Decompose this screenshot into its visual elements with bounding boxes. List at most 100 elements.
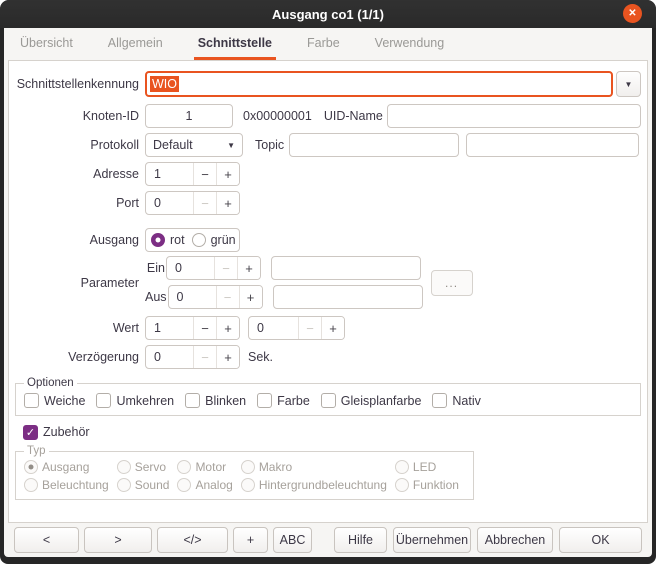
uid-name-input[interactable] bbox=[387, 104, 641, 128]
plus-icon: + bbox=[224, 167, 232, 182]
uid-name-label: UID-Name bbox=[324, 109, 383, 123]
delay-increment-button[interactable]: + bbox=[216, 346, 239, 368]
parameter-on-spinner[interactable]: 0 − + bbox=[166, 256, 261, 280]
farbe-label: Farbe bbox=[277, 394, 310, 408]
close-button[interactable]: ✕ bbox=[623, 4, 642, 23]
address-increment-button[interactable]: + bbox=[216, 163, 239, 185]
code-button[interactable]: </> bbox=[157, 527, 228, 553]
prev-button[interactable]: < bbox=[14, 527, 79, 553]
typ-analog-label: Analog bbox=[195, 478, 232, 492]
footer: < > </> + ABC Hilfe Übernehmen Abbrechen… bbox=[14, 527, 642, 553]
farbe-checkbox[interactable] bbox=[257, 393, 272, 408]
parameter-off-label: Aus bbox=[145, 290, 167, 304]
typ-led-radio bbox=[395, 460, 409, 474]
parameter-off-spinner[interactable]: 0 − + bbox=[168, 285, 263, 309]
tab-allgemein[interactable]: Allgemein bbox=[104, 28, 167, 60]
typ-beleuchtung-label: Beleuchtung bbox=[42, 478, 109, 492]
add-button[interactable]: + bbox=[233, 527, 268, 553]
value-spinner-2[interactable]: 0 − + bbox=[248, 316, 345, 340]
plus-icon: + bbox=[245, 261, 253, 276]
parameter-on-row: Ein 0 − + bbox=[145, 256, 423, 280]
nativ-checkbox[interactable] bbox=[432, 393, 447, 408]
value-1-decrement-button[interactable]: − bbox=[193, 317, 216, 339]
tab-schnittstelle[interactable]: Schnittstelle bbox=[194, 28, 276, 60]
typ-makro-label: Makro bbox=[259, 460, 292, 474]
port-increment-button[interactable]: + bbox=[216, 192, 239, 214]
value-2-increment-button[interactable]: + bbox=[321, 317, 344, 339]
weiche-label: Weiche bbox=[44, 394, 85, 408]
blinken-checkbox[interactable] bbox=[185, 393, 200, 408]
tab-verwendung[interactable]: Verwendung bbox=[371, 28, 449, 60]
node-id-hex: 0x00000001 bbox=[243, 109, 312, 123]
parameter-off-text-input[interactable] bbox=[273, 285, 423, 309]
abc-button[interactable]: ABC bbox=[273, 527, 312, 553]
value-2-decrement-button: − bbox=[298, 317, 321, 339]
typ-hintergrundbeleuchtung-radio bbox=[241, 478, 255, 492]
nav-button-group: < > </> + ABC bbox=[14, 527, 312, 553]
parameter-on-increment-button[interactable]: + bbox=[237, 257, 260, 279]
minus-icon: − bbox=[224, 290, 232, 305]
parameter-off-value: 0 bbox=[169, 286, 216, 308]
topic-input-1[interactable] bbox=[289, 133, 459, 157]
cancel-button[interactable]: Abbrechen bbox=[477, 527, 553, 553]
plus-icon: + bbox=[329, 321, 337, 336]
port-value: 0 bbox=[146, 192, 193, 214]
parameter-block: Parameter Ein 0 − + Aus 0 bbox=[15, 256, 641, 309]
typ-servo-label: Servo bbox=[135, 460, 166, 474]
parameter-on-text-input[interactable] bbox=[271, 256, 421, 280]
address-label: Adresse bbox=[15, 167, 139, 181]
interface-id-label: Schnittstellenkennung bbox=[15, 77, 139, 91]
protocol-row: Protokoll Default ▼ Topic bbox=[15, 133, 641, 157]
interface-id-dropdown-button[interactable]: ▼ bbox=[616, 71, 641, 97]
parameter-off-increment-button[interactable]: + bbox=[239, 286, 262, 308]
node-id-input[interactable]: 1 bbox=[145, 104, 233, 128]
action-button-group: Hilfe Übernehmen Abbrechen OK bbox=[334, 527, 642, 553]
tab-farbe[interactable]: Farbe bbox=[303, 28, 344, 60]
tab-uebersicht[interactable]: Übersicht bbox=[16, 28, 77, 60]
typ-sound-radio bbox=[117, 478, 131, 492]
protocol-select[interactable]: Default ▼ bbox=[145, 133, 243, 157]
close-icon: ✕ bbox=[628, 8, 636, 19]
typ-makro-radio bbox=[241, 460, 255, 474]
plus-icon: + bbox=[224, 321, 232, 336]
node-id-row: Knoten-ID 1 0x00000001 UID-Name bbox=[15, 104, 641, 128]
zubehoer-label: Zubehör bbox=[43, 425, 90, 439]
delay-label: Verzögerung bbox=[15, 350, 139, 364]
chevron-down-icon: ▼ bbox=[625, 80, 633, 89]
value-1: 1 bbox=[146, 317, 193, 339]
plus-icon: + bbox=[247, 290, 255, 305]
minus-icon: − bbox=[201, 350, 209, 365]
parameter-more-button[interactable]: ... bbox=[431, 270, 473, 296]
node-id-value: 1 bbox=[186, 109, 193, 123]
next-button[interactable]: > bbox=[84, 527, 152, 553]
value-1-increment-button[interactable]: + bbox=[216, 317, 239, 339]
help-button[interactable]: Hilfe bbox=[334, 527, 387, 553]
radio-gruen[interactable] bbox=[192, 233, 206, 247]
apply-button[interactable]: Übernehmen bbox=[393, 527, 471, 553]
delay-spinner[interactable]: 0 − + bbox=[145, 345, 240, 369]
plus-icon: + bbox=[224, 196, 232, 211]
plus-icon: + bbox=[224, 350, 232, 365]
options-checkboxes: Weiche Umkehren Blinken Farbe Gleisplanf… bbox=[24, 393, 632, 408]
ok-button[interactable]: OK bbox=[559, 527, 642, 553]
minus-icon: − bbox=[306, 321, 314, 336]
port-label: Port bbox=[15, 196, 139, 210]
port-spinner[interactable]: 0 − + bbox=[145, 191, 240, 215]
options-legend: Optionen bbox=[24, 377, 77, 389]
interface-id-input[interactable]: WIO bbox=[145, 71, 613, 97]
gleisplanfarbe-checkbox[interactable] bbox=[321, 393, 336, 408]
radio-rot[interactable] bbox=[151, 233, 165, 247]
value-spinner-1[interactable]: 1 − + bbox=[145, 316, 240, 340]
topic-input-2[interactable] bbox=[466, 133, 639, 157]
address-decrement-button[interactable]: − bbox=[193, 163, 216, 185]
titlebar[interactable]: Ausgang co1 (1/1) ✕ bbox=[0, 0, 656, 28]
weiche-checkbox[interactable] bbox=[24, 393, 39, 408]
address-row: Adresse 1 − + bbox=[15, 162, 641, 186]
minus-icon: − bbox=[201, 167, 209, 182]
typ-hintergrundbeleuchtung-label: Hintergrundbeleuchtung bbox=[259, 478, 387, 492]
address-spinner[interactable]: 1 − + bbox=[145, 162, 240, 186]
chevron-down-icon: ▼ bbox=[227, 141, 235, 150]
typ-funktion-label: Funktion bbox=[413, 478, 459, 492]
zubehoer-checkbox[interactable]: ✓ bbox=[23, 425, 38, 440]
umkehren-checkbox[interactable] bbox=[96, 393, 111, 408]
